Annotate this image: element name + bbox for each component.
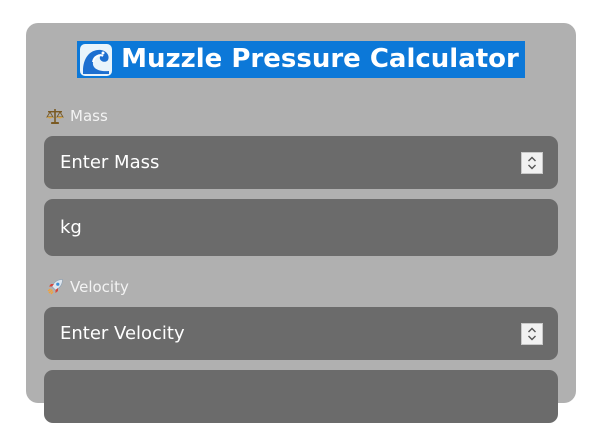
- mass-unit-value: kg: [60, 217, 82, 238]
- mass-input[interactable]: Enter Mass: [44, 136, 558, 189]
- mass-label-text: Mass: [70, 107, 108, 125]
- balance-scale-icon: [46, 109, 64, 124]
- mass-label: Mass: [46, 107, 108, 125]
- title-bar: Muzzle Pressure Calculator: [26, 41, 576, 81]
- velocity-label: Velocity: [46, 278, 129, 296]
- velocity-input[interactable]: Enter Velocity: [44, 307, 558, 360]
- title-text: Muzzle Pressure Calculator: [121, 44, 519, 74]
- mass-stepper[interactable]: [521, 151, 543, 174]
- mass-unit-field[interactable]: kg: [44, 199, 558, 256]
- page-title: Muzzle Pressure Calculator: [77, 41, 525, 78]
- calculator-card: Muzzle Pressure Calculator Mass Enter Ma…: [26, 23, 576, 423]
- velocity-stepper[interactable]: [521, 322, 543, 345]
- velocity-unit-field[interactable]: [44, 370, 558, 423]
- velocity-input-placeholder: Enter Velocity: [60, 323, 185, 344]
- velocity-label-text: Velocity: [70, 278, 129, 296]
- stepper-arrows-icon: [528, 327, 536, 340]
- mass-input-placeholder: Enter Mass: [60, 152, 160, 173]
- water-wave-icon: [80, 43, 113, 76]
- stepper-arrows-icon: [528, 156, 536, 169]
- rocket-icon: [47, 279, 63, 295]
